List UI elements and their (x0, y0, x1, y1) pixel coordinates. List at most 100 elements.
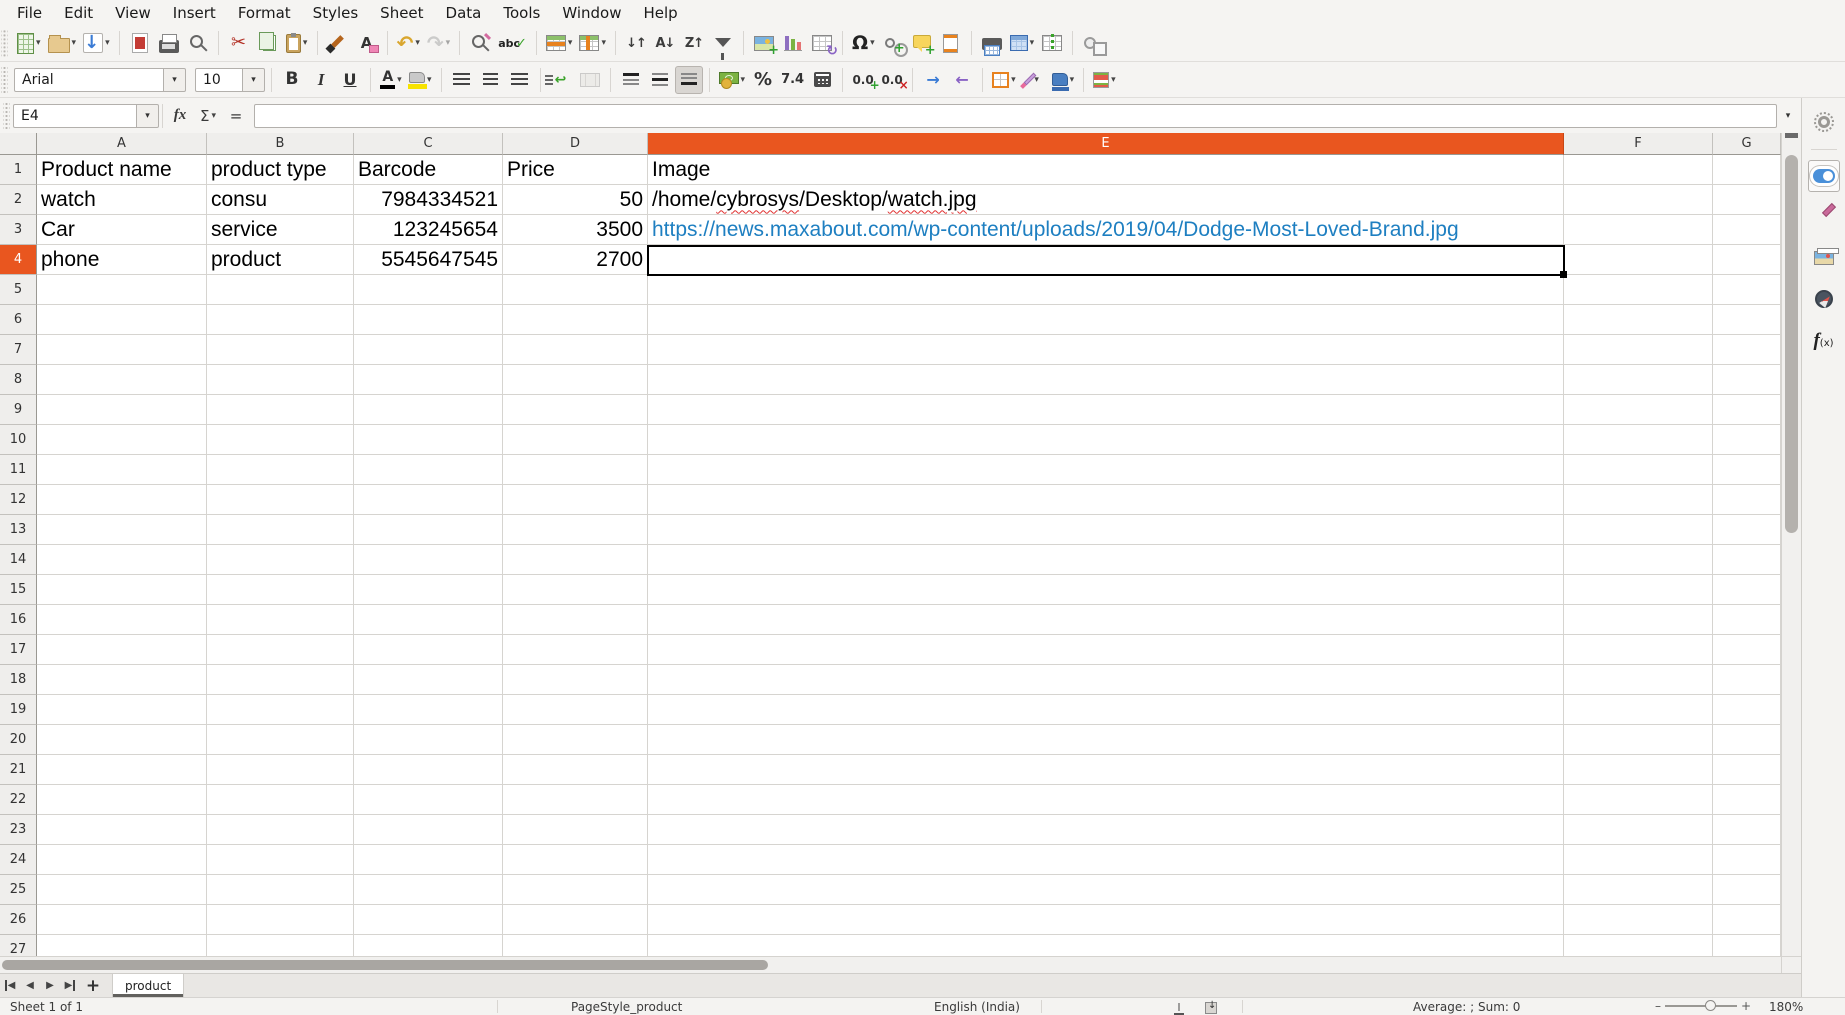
cell-C23[interactable] (354, 815, 503, 845)
cell-F19[interactable] (1564, 695, 1713, 725)
cell-G15[interactable] (1713, 575, 1781, 605)
cell-G14[interactable] (1713, 545, 1781, 575)
cell-C26[interactable] (354, 905, 503, 935)
cell-A2[interactable]: watch (37, 185, 207, 215)
undo-button[interactable]: ↶▾ (394, 29, 423, 57)
vertical-split-handle[interactable] (1785, 133, 1798, 138)
cell-E1[interactable]: Image (648, 155, 1564, 185)
formula-bar-drag-handle[interactable] (3, 102, 10, 130)
cell-C22[interactable] (354, 785, 503, 815)
cell-B17[interactable] (207, 635, 354, 665)
cell-F15[interactable] (1564, 575, 1713, 605)
cell-C24[interactable] (354, 845, 503, 875)
row-header-18[interactable]: 18 (0, 665, 37, 695)
cell-F26[interactable] (1564, 905, 1713, 935)
name-box[interactable]: E4 (13, 104, 137, 128)
cell-D10[interactable] (503, 425, 648, 455)
cell-A15[interactable] (37, 575, 207, 605)
align-center-button[interactable] (477, 66, 505, 94)
cell-A22[interactable] (37, 785, 207, 815)
sort-descending-button[interactable]: Z↑ (680, 29, 708, 57)
toolbar-drag-handle[interactable] (1, 66, 8, 94)
row-header-11[interactable]: 11 (0, 455, 37, 485)
cell-E25[interactable] (648, 875, 1564, 905)
cell-A25[interactable] (37, 875, 207, 905)
align-right-button[interactable] (506, 66, 534, 94)
insert-rows-button[interactable]: ▾ (543, 29, 576, 57)
insert-mode-icon[interactable]: I (1174, 1000, 1184, 1015)
cell-F7[interactable] (1564, 335, 1713, 365)
cell-G18[interactable] (1713, 665, 1781, 695)
cell-C19[interactable] (354, 695, 503, 725)
select-all-corner[interactable] (0, 133, 37, 155)
cell-E23[interactable] (648, 815, 1564, 845)
cell-A18[interactable] (37, 665, 207, 695)
currency-button[interactable]: ▾ (716, 66, 749, 94)
row-header-19[interactable]: 19 (0, 695, 37, 725)
row-header-7[interactable]: 7 (0, 335, 37, 365)
cell-B8[interactable] (207, 365, 354, 395)
cell-D14[interactable] (503, 545, 648, 575)
cell-E24[interactable] (648, 845, 1564, 875)
special-character-button[interactable]: Ω▾ (849, 29, 878, 57)
cell-F25[interactable] (1564, 875, 1713, 905)
align-top-button[interactable] (617, 66, 645, 94)
cell-D13[interactable] (503, 515, 648, 545)
row-header-14[interactable]: 14 (0, 545, 37, 575)
decrease-indent-button[interactable]: ← (948, 66, 976, 94)
cell-B20[interactable] (207, 725, 354, 755)
cell-C3[interactable]: 123245654 (354, 215, 503, 245)
first-sheet-button[interactable]: ◀ (0, 974, 20, 997)
sheet-tab-product[interactable]: product (112, 974, 184, 997)
find-replace-button[interactable] (466, 29, 494, 57)
cell-D7[interactable] (503, 335, 648, 365)
row-header-26[interactable]: 26 (0, 905, 37, 935)
cell-D9[interactable] (503, 395, 648, 425)
cell-A24[interactable] (37, 845, 207, 875)
cell-E26[interactable] (648, 905, 1564, 935)
cell-C11[interactable] (354, 455, 503, 485)
cell-A10[interactable] (37, 425, 207, 455)
autofilter-button[interactable] (709, 29, 737, 57)
expand-formula-bar-button[interactable]: ▾ (1777, 104, 1799, 128)
cell-G16[interactable] (1713, 605, 1781, 635)
sort-ascending-button[interactable]: A↓ (651, 29, 679, 57)
cell-A13[interactable] (37, 515, 207, 545)
column-header-E[interactable]: E (648, 133, 1564, 155)
cell-D18[interactable] (503, 665, 648, 695)
cell-F23[interactable] (1564, 815, 1713, 845)
cut-button[interactable]: ✂ (225, 29, 253, 57)
equals-button[interactable]: = (223, 103, 249, 129)
row-header-2[interactable]: 2 (0, 185, 37, 215)
cell-B27[interactable] (207, 935, 354, 956)
cell-D2[interactable]: 50 (503, 185, 648, 215)
cell-A21[interactable] (37, 755, 207, 785)
export-pdf-button[interactable] (126, 29, 154, 57)
insert-columns-button[interactable]: ▾ (576, 29, 609, 57)
bold-button[interactable]: B (278, 66, 306, 94)
chevron-down-icon[interactable]: ▾ (243, 68, 265, 92)
cell-F4[interactable] (1564, 245, 1713, 275)
cell-C5[interactable] (354, 275, 503, 305)
cell-G24[interactable] (1713, 845, 1781, 875)
cell-C27[interactable] (354, 935, 503, 956)
cell-A17[interactable] (37, 635, 207, 665)
cell-D19[interactable] (503, 695, 648, 725)
sidebar-styles-button[interactable] (1808, 201, 1840, 233)
sidebar-gallery-button[interactable] (1808, 242, 1840, 274)
cell-A23[interactable] (37, 815, 207, 845)
cell-E11[interactable] (648, 455, 1564, 485)
language-status[interactable]: English (India) (934, 1000, 1020, 1014)
cell-A4[interactable]: phone (37, 245, 207, 275)
cell-A7[interactable] (37, 335, 207, 365)
spelling-button[interactable]: abc (495, 29, 530, 57)
menu-item-help[interactable]: Help (632, 2, 688, 24)
cell-D24[interactable] (503, 845, 648, 875)
cell-F9[interactable] (1564, 395, 1713, 425)
cell-F3[interactable] (1564, 215, 1713, 245)
highlighting-button[interactable]: ▾ (406, 66, 435, 94)
cell-F2[interactable] (1564, 185, 1713, 215)
menu-item-styles[interactable]: Styles (302, 2, 370, 24)
zoom-level[interactable]: 180% (1769, 1000, 1803, 1014)
toolbar-drag-handle[interactable] (1, 29, 8, 58)
